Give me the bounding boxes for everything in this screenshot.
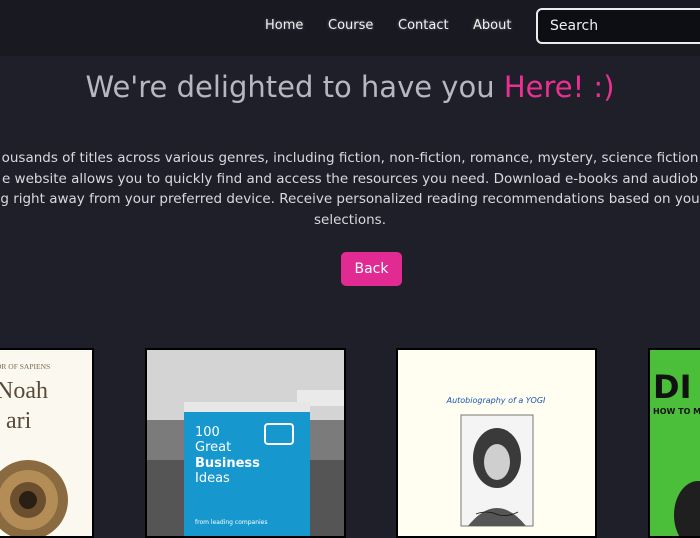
nav-about-link[interactable]: About [473,18,511,33]
description-line: e website allows you to quickly find and… [1,170,699,187]
page-title-accent: Here! :) [503,70,615,104]
book-cover-text: Great [195,440,231,455]
nav-home-link[interactable]: Home [265,18,303,33]
description-line: selections. [313,211,386,228]
book-cover-sapiens: OR OF SAPIENS Noah ari [0,362,68,536]
book-card-sapiens[interactable]: OR OF SAPIENS Noah ari [0,348,94,538]
book-cover-business-ideas: 100 Great Business Ideas from leading co… [147,350,344,536]
book-cover-text: HOW TO MA [653,407,700,416]
book-cover-text: DI [653,368,691,406]
book-cover-green: DI HOW TO MA [653,368,700,536]
page-title: We're delighted to have you Here! :) [0,70,700,104]
book-card-autobiography-yogi[interactable]: Autobiography of a YOGI [396,348,597,538]
book-cover-text: Noah [0,378,48,404]
nav-course-link[interactable]: Course [328,18,373,33]
book-cover-autobiography-yogi: Autobiography of a YOGI [446,396,546,527]
book-cover-text: Autobiography of a YOGI [446,396,546,405]
back-button[interactable]: Back [341,252,402,286]
description-line: ousands of titles across various genres,… [1,150,699,166]
book-cover-text: Business [195,456,260,471]
intro-description: ousands of titles across various genres,… [0,148,700,230]
description-line: g right away from your preferred device.… [0,191,700,207]
navbar: Home Course Contact About [0,0,700,56]
nav-contact-link[interactable]: Contact [398,18,449,33]
book-cover-text: 100 [195,425,220,440]
book-cover-text: OR OF SAPIENS [0,362,50,371]
book-cover-text: Ideas [195,471,230,486]
book-card-green[interactable]: DI HOW TO MA [648,348,700,538]
book-card-business-ideas[interactable]: 100 Great Business Ideas from leading co… [145,348,346,538]
page-title-text: We're delighted to have you [85,70,495,104]
search-input[interactable] [536,8,700,44]
book-cover-text: ari [6,408,32,434]
